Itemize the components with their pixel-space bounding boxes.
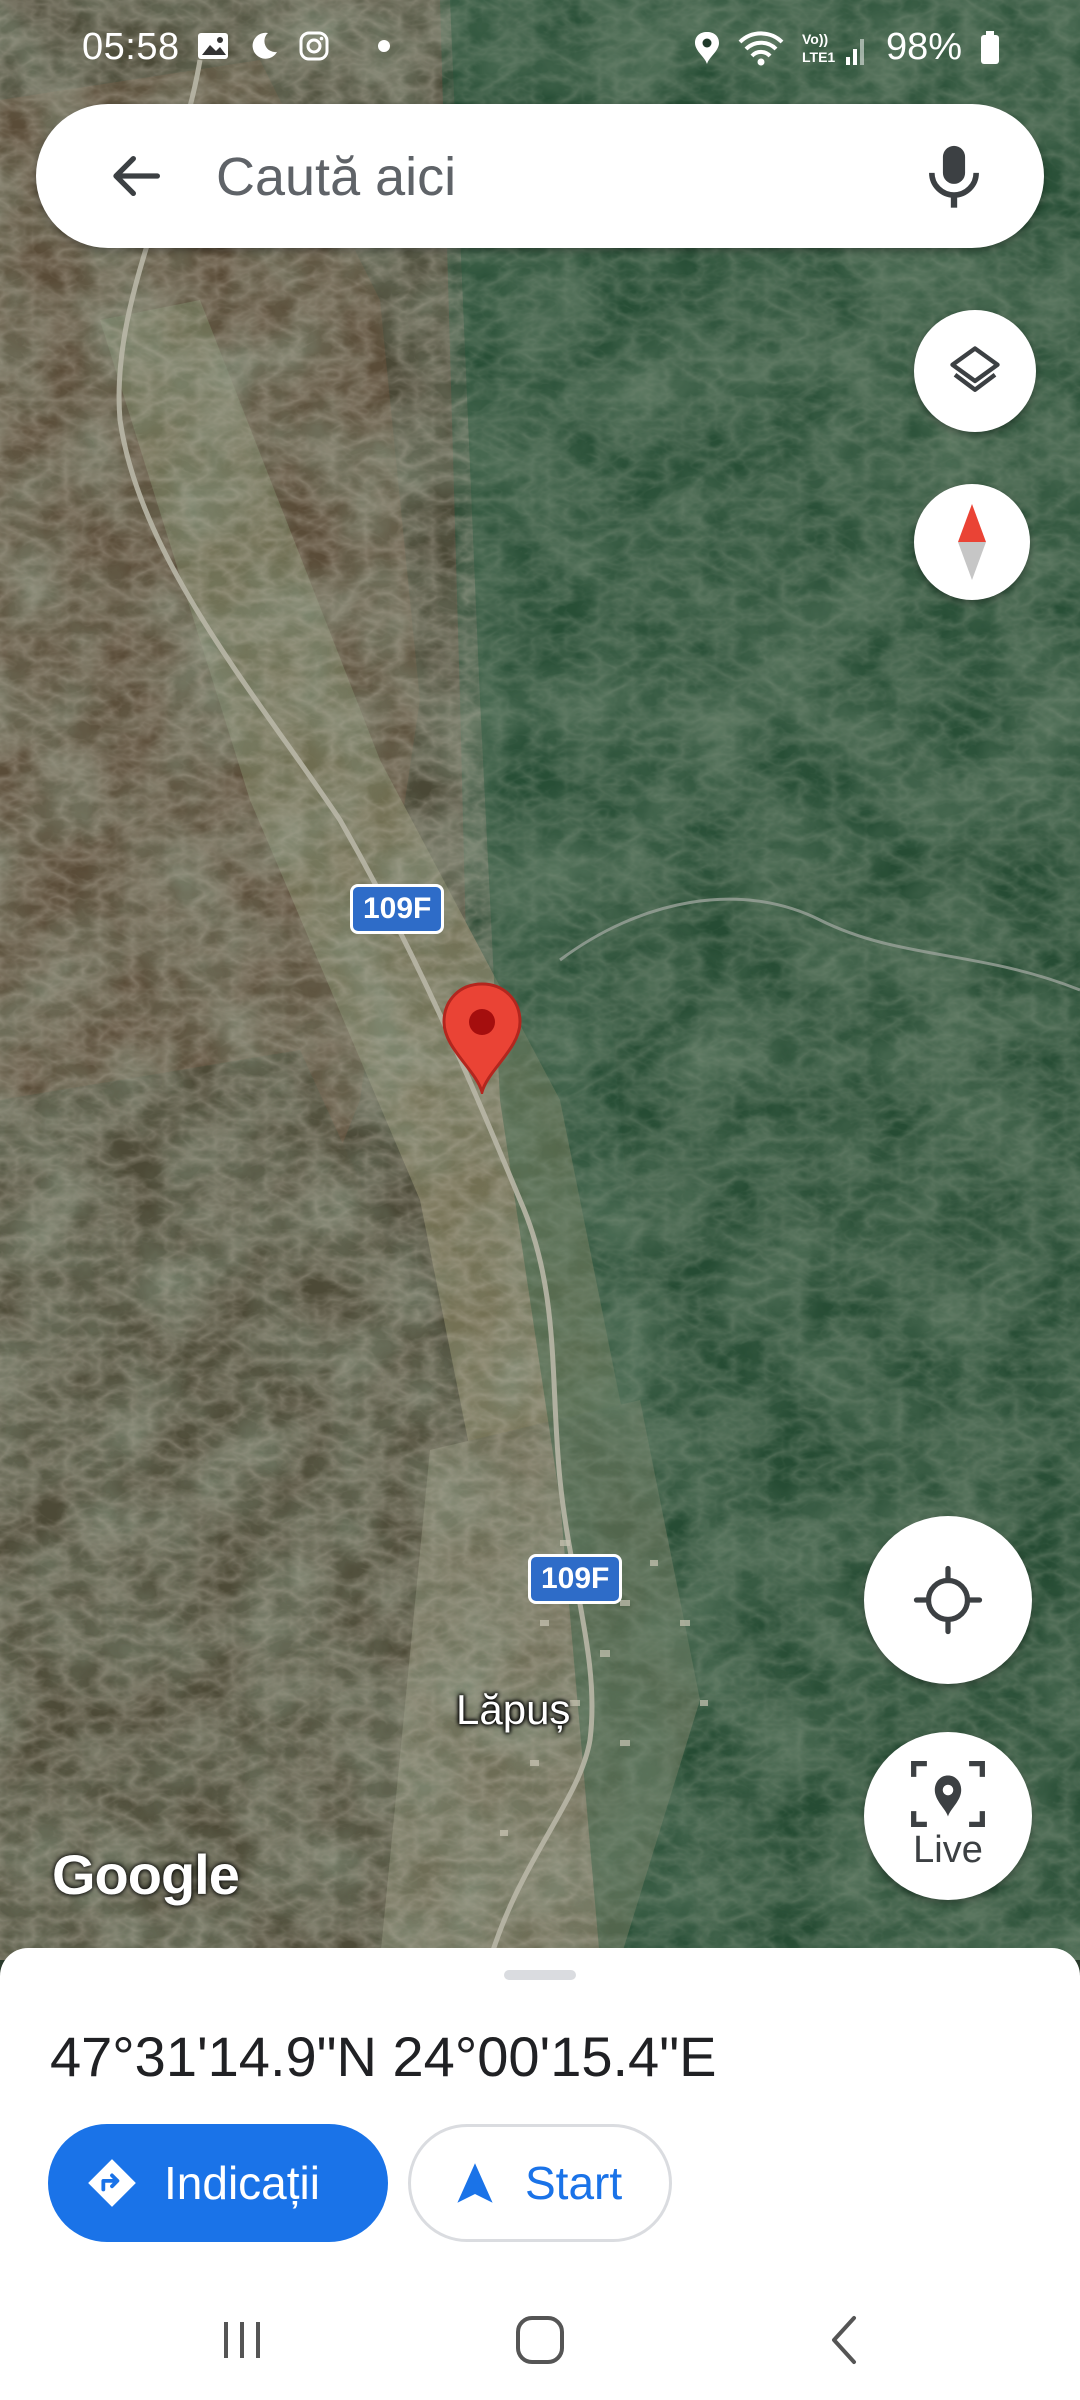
svg-text:LTE1: LTE1: [802, 49, 835, 65]
directions-label: Indicații: [164, 2157, 320, 2209]
live-view-icon: [911, 1760, 985, 1827]
coordinates-title: 47°31'14.9"N 24°00'15.4"E: [50, 2025, 717, 2088]
my-location-button[interactable]: [864, 1516, 1032, 1684]
home-icon[interactable]: [510, 2310, 570, 2370]
arrow-back-icon[interactable]: [104, 144, 168, 208]
google-logo: Google: [52, 1843, 240, 1906]
dot-icon: [378, 40, 390, 52]
volte-signal-icon: Vo)) LTE1: [802, 31, 864, 65]
back-nav-icon[interactable]: [816, 2310, 876, 2370]
search-bar[interactable]: Caută aici: [36, 104, 1044, 248]
live-view-button[interactable]: Live: [864, 1732, 1032, 1900]
my-location-icon: [913, 1565, 983, 1635]
layers-icon: [950, 346, 1000, 392]
compass-button[interactable]: [914, 484, 1030, 600]
layers-button[interactable]: [914, 310, 1036, 432]
start-navigation-button[interactable]: Start: [408, 2124, 672, 2242]
directions-button[interactable]: Indicații: [48, 2124, 388, 2242]
mic-icon[interactable]: [916, 138, 992, 214]
battery-icon: [981, 30, 999, 64]
road-shield-109f: 109F: [350, 884, 445, 934]
navigation-arrow-icon: [457, 2163, 493, 2203]
directions-icon: [88, 2159, 136, 2207]
live-label: Live: [913, 1828, 983, 1871]
system-navigation-bar: [0, 2280, 1080, 2400]
compass-icon: [958, 504, 986, 580]
status-time: 05:58: [82, 26, 180, 68]
svg-text:Vo)): Vo)): [802, 31, 828, 47]
recent-apps-icon[interactable]: [212, 2310, 272, 2370]
gallery-icon: [198, 33, 228, 59]
battery-percent: 98%: [885, 26, 962, 68]
town-label[interactable]: Lăpuș: [456, 1686, 570, 1734]
wifi-icon: [738, 30, 784, 65]
status-bar: 05:58 Vo)) LTE1 98%: [0, 0, 1080, 96]
location-icon: [694, 31, 719, 64]
start-label: Start: [525, 2157, 623, 2209]
do-not-disturb-moon-icon: [252, 32, 277, 59]
instagram-icon: [299, 31, 329, 61]
search-input[interactable]: Caută aici: [216, 146, 456, 208]
drag-handle[interactable]: [504, 1970, 576, 1980]
road-shield-109f-south: 109F: [528, 1554, 623, 1604]
dropped-pin-icon[interactable]: [440, 982, 524, 1094]
